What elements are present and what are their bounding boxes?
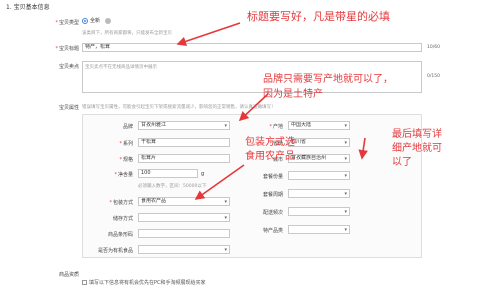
annotation-title: 标题要写好，凡是带星的必填 — [247, 10, 390, 23]
origin-arrow — [358, 137, 368, 160]
annotation-pack-2: 食用农产品 — [245, 151, 295, 162]
annotation-brand-1: 品牌只需要写产地就可以了， — [263, 74, 393, 85]
annotation-brand-2: 因为是土特产 — [263, 89, 323, 100]
annotation-origin-1: 最后填写详 — [392, 129, 442, 140]
pack-arrow — [194, 164, 245, 200]
annotation-origin-2: 细产地就可 — [392, 143, 442, 154]
title-arrow — [176, 22, 241, 46]
annotation-pack-1: 包装方式选 — [245, 137, 295, 148]
annotation-origin-3: 以了 — [392, 157, 412, 168]
